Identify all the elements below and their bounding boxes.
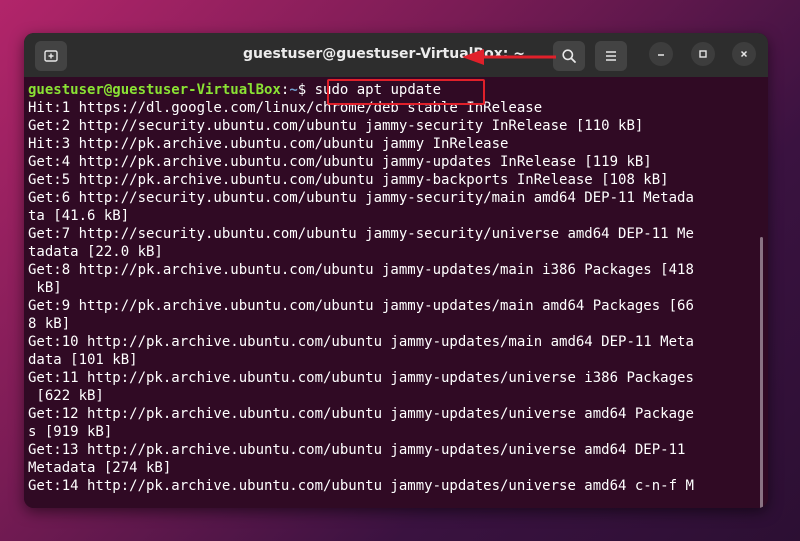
output-line: Get:10 http://pk.archive.ubuntu.com/ubun… bbox=[28, 334, 694, 350]
output-line: Get:5 http://pk.archive.ubuntu.com/ubunt… bbox=[28, 172, 669, 188]
menu-button[interactable] bbox=[595, 41, 627, 71]
output-line: Get:2 http://security.ubuntu.com/ubuntu … bbox=[28, 118, 644, 134]
output-line: Hit:3 http://pk.archive.ubuntu.com/ubunt… bbox=[28, 136, 509, 152]
maximize-icon bbox=[699, 50, 707, 58]
close-icon bbox=[740, 50, 748, 58]
output-line: Get:14 http://pk.archive.ubuntu.com/ubun… bbox=[28, 478, 694, 494]
output-line: Get:9 http://pk.archive.ubuntu.com/ubunt… bbox=[28, 298, 694, 314]
output-line: 8 kB] bbox=[28, 316, 71, 332]
new-tab-button[interactable] bbox=[35, 41, 67, 71]
prompt-symbol: $ bbox=[297, 82, 315, 98]
hamburger-menu-icon bbox=[606, 51, 616, 61]
output-line: s [919 kB] bbox=[28, 424, 113, 440]
output-line: Get:12 http://pk.archive.ubuntu.com/ubun… bbox=[28, 406, 694, 422]
output-line: tadata [22.0 kB] bbox=[28, 244, 163, 260]
close-button[interactable] bbox=[732, 42, 756, 66]
output-line: Get:7 http://security.ubuntu.com/ubuntu … bbox=[28, 226, 694, 242]
scrollbar[interactable] bbox=[760, 237, 763, 508]
output-line: Get:8 http://pk.archive.ubuntu.com/ubunt… bbox=[28, 262, 694, 278]
output-line: Get:11 http://pk.archive.ubuntu.com/ubun… bbox=[28, 370, 694, 386]
terminal-window: guestuser@guestuser-VirtualBox: ~ guestu… bbox=[24, 33, 768, 508]
title-bar: guestuser@guestuser-VirtualBox: ~ bbox=[24, 33, 768, 77]
minimize-icon bbox=[658, 54, 664, 56]
output-line: ta [41.6 kB] bbox=[28, 208, 130, 224]
output-line: Get:6 http://security.ubuntu.com/ubuntu … bbox=[28, 190, 694, 206]
prompt-directory: ~ bbox=[289, 82, 298, 98]
search-icon bbox=[562, 49, 576, 63]
command-highlight-box bbox=[327, 79, 485, 105]
minimize-button[interactable] bbox=[649, 42, 673, 66]
output-line: kB] bbox=[28, 280, 62, 296]
output-line: Get:13 http://pk.archive.ubuntu.com/ubun… bbox=[28, 442, 686, 458]
output-line: Metadata [274 kB] bbox=[28, 460, 172, 476]
output-line: data [101 kB] bbox=[28, 352, 138, 368]
terminal-content[interactable]: guestuser@guestuser-VirtualBox:~$ sudo a… bbox=[24, 77, 768, 508]
prompt-user-host: guestuser@guestuser-VirtualBox bbox=[28, 82, 281, 98]
output-line: Get:4 http://pk.archive.ubuntu.com/ubunt… bbox=[28, 154, 652, 170]
new-tab-icon bbox=[44, 50, 58, 62]
annotation-arrow-icon bbox=[462, 49, 556, 65]
output-line: [622 kB] bbox=[28, 388, 104, 404]
maximize-button[interactable] bbox=[691, 42, 715, 66]
